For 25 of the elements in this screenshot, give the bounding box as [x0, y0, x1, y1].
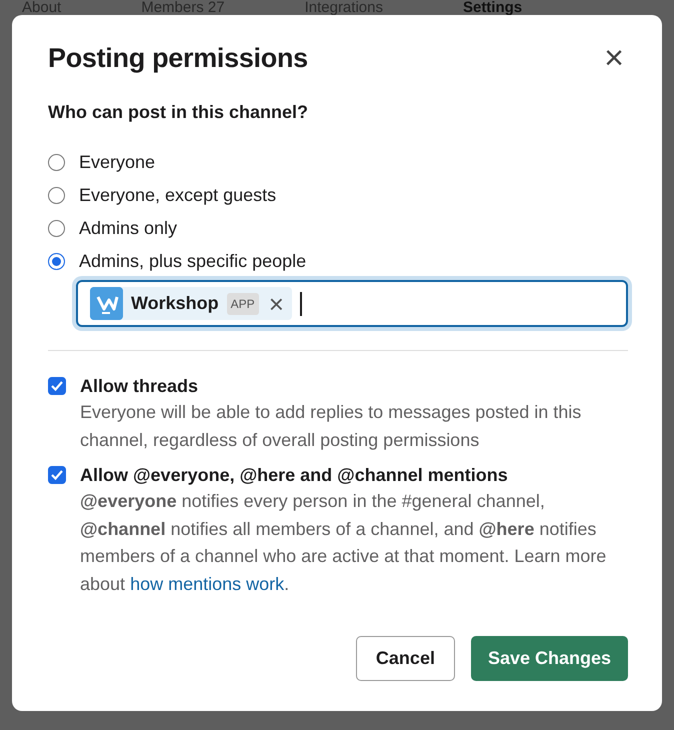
radio-button[interactable]: [48, 253, 65, 270]
option-label: Admins only: [79, 217, 178, 240]
option-label: Admins, plus specific people: [79, 250, 306, 273]
radio-button[interactable]: [48, 220, 65, 237]
cancel-button[interactable]: Cancel: [356, 636, 455, 681]
checkbox[interactable]: [48, 377, 66, 395]
save-button[interactable]: Save Changes: [470, 636, 628, 681]
setting-label: Allow @everyone, @here and @channel mentions: [80, 464, 509, 487]
option-label: Everyone: [79, 151, 156, 174]
token-name: Workshop: [131, 292, 219, 315]
remove-button[interactable]: ×: [266, 290, 286, 316]
setting-description: @everyone notifies every person in the #general channel, @channel notifies all members of a channel, and @here notifies members of a channel who are active at that moment. Learn more about how mentions work.: [80, 490, 608, 596]
checkbox[interactable]: [48, 466, 66, 484]
setting-description: Everyone will be able to add replies to messages posted in this channel, regardless of overall posting permissions: [80, 401, 582, 452]
close-button[interactable]: ×: [600, 41, 628, 75]
question-label: Who can post in this channel?: [48, 101, 310, 124]
app-tag: APP: [226, 292, 259, 314]
help-link[interactable]: how mentions work: [130, 574, 284, 594]
setting-label: Allow threads: [80, 375, 200, 398]
text-cursor: [300, 292, 302, 316]
app-icon: [90, 287, 123, 320]
radio-button[interactable]: [48, 187, 65, 204]
dialog-title: Posting permissions: [48, 42, 308, 74]
option-label: Everyone, except guests: [79, 184, 276, 207]
radio-button[interactable]: [48, 154, 65, 171]
